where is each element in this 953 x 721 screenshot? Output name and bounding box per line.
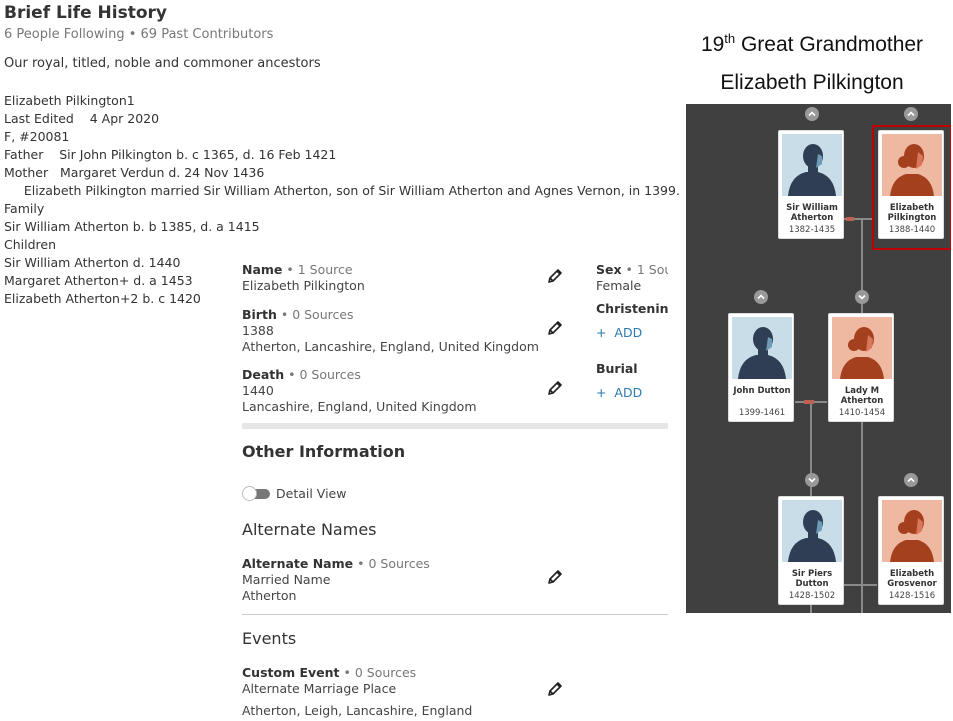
christening-add-button[interactable]: + ADD: [596, 325, 642, 340]
edit-custom-event-pencil-icon[interactable]: [546, 680, 564, 698]
death-label: Death: [242, 367, 285, 382]
burial-label: Burial: [596, 361, 638, 376]
alternate-names-heading: Alternate Names: [242, 520, 377, 539]
alternate-name-type: Married Name: [242, 572, 331, 587]
record-line: Last Edited 4 Apr 2020: [4, 111, 160, 126]
generation-text: Great Grandmother: [735, 33, 924, 56]
events-heading: Events: [242, 629, 297, 648]
custom-event-type: Alternate Marriage Place: [242, 681, 397, 696]
expand-up-icon[interactable]: [904, 107, 918, 121]
female-avatar-icon: [882, 134, 942, 196]
section-divider: [242, 423, 668, 429]
birth-field: Birth • 0 Sources 1388 Atherton, Lancash…: [242, 307, 539, 354]
person-name: Lady M Atherton: [840, 386, 884, 406]
person-card-lady-m-atherton[interactable]: Lady M Atherton 1410-1454: [828, 313, 894, 422]
caption-person-name: Elizabeth Pilkington: [720, 71, 904, 94]
person-years: 1399-1461: [738, 408, 786, 418]
record-line: Father Sir John Pilkington b. c 1365, d.…: [4, 147, 337, 162]
person-card-elizabeth-grosvenor[interactable]: Elizabeth Grosvenor 1428-1516: [878, 496, 944, 605]
person-card-elizabeth-pilkington[interactable]: Elizabeth Pilkington 1388-1440: [878, 130, 944, 239]
followers-summary[interactable]: 6 People Following • 69 Past Contributor…: [4, 27, 273, 42]
custom-event-field: Custom Event • 0 Sources Alternate Marri…: [242, 665, 473, 718]
record-line: Family: [4, 201, 45, 216]
edit-name-pencil-icon[interactable]: [546, 267, 564, 285]
page-title: Brief Life History: [4, 3, 167, 23]
expand-up-icon[interactable]: [904, 473, 918, 487]
sex-field: Sex • 1 Sourc Female: [596, 259, 668, 294]
death-field: Death • 0 Sources 1440 Lancashire, Engla…: [242, 367, 477, 414]
birth-sources[interactable]: 0 Sources: [292, 307, 353, 322]
male-avatar-icon: [782, 500, 842, 562]
generation-caption: 19th Great Grandmother: [686, 31, 938, 57]
person-name: Sir William Atherton: [786, 203, 838, 223]
alternate-name-field: Alternate Name • 0 Sources Married Name …: [242, 556, 430, 603]
record-line: Mother Margaret Verdun d. 24 Nov 1436: [4, 165, 265, 180]
birth-place: Atherton, Lancashire, England, United Ki…: [242, 339, 539, 354]
person-years: 1388-1440: [888, 225, 936, 235]
death-place: Lancashire, England, United Kingdom: [242, 399, 477, 414]
edit-birth-pencil-icon[interactable]: [546, 319, 564, 337]
alternate-name-label: Alternate Name: [242, 556, 354, 571]
generation-ordinal: th: [724, 31, 736, 46]
custom-event-value: Atherton, Leigh, Lancashire, England: [242, 703, 473, 718]
custom-event-sources[interactable]: 0 Sources: [355, 665, 416, 680]
person-details-panel: Name • 1 Source Elizabeth Pilkington Bir…: [242, 259, 668, 719]
name-value: Elizabeth Pilkington: [242, 278, 365, 293]
person-name: Sir Piers Dutton: [791, 569, 833, 589]
record-line: Children: [4, 237, 57, 252]
sex-label: Sex: [596, 262, 622, 277]
christening-label: Christening: [596, 301, 668, 316]
female-avatar-icon: [882, 500, 942, 562]
birth-label: Birth: [242, 307, 277, 322]
alternate-name-value: Atherton: [242, 588, 297, 603]
group-description: Our royal, titled, noble and commoner an…: [4, 56, 321, 71]
custom-event-label: Custom Event: [242, 665, 340, 680]
person-card-john-dutton[interactable]: John Dutton 1399-1461: [728, 313, 794, 422]
birth-date: 1388: [242, 323, 274, 338]
collapse-down-icon[interactable]: [805, 473, 819, 487]
record-line: F, #20081: [4, 129, 70, 144]
sex-sources[interactable]: 1 Sourc: [637, 262, 668, 277]
person-years: 1428-1516: [888, 591, 936, 601]
name-field: Name • 1 Source Elizabeth Pilkington: [242, 262, 365, 293]
person-name: John Dutton: [733, 386, 791, 396]
divider: [242, 614, 668, 615]
sex-value: Female: [596, 278, 642, 293]
generation-number: 19: [700, 33, 725, 56]
edit-death-pencil-icon[interactable]: [546, 379, 564, 397]
record-line: Elizabeth Pilkington married Sir William…: [4, 183, 680, 198]
collapse-down-icon[interactable]: [855, 290, 869, 304]
person-card-sir-william-atherton[interactable]: Sir William Atherton 1382-1435: [778, 130, 844, 239]
person-name: Elizabeth Pilkington: [887, 203, 937, 223]
family-tree-view[interactable]: Sir William Atherton 1382-1435 Elizabeth…: [686, 104, 951, 613]
expand-up-icon[interactable]: [754, 290, 768, 304]
female-avatar-icon: [832, 317, 892, 379]
person-card-sir-piers-dutton[interactable]: Sir Piers Dutton 1428-1502: [778, 496, 844, 605]
male-avatar-icon: [732, 317, 792, 379]
name-sources[interactable]: 1 Source: [298, 262, 353, 277]
death-date: 1440: [242, 383, 274, 398]
detail-view-label: Detail View: [276, 486, 347, 501]
expand-up-icon[interactable]: [805, 107, 819, 121]
edit-alternate-name-pencil-icon[interactable]: [546, 568, 564, 586]
record-line: Sir William Atherton b. b 1385, d. a 141…: [4, 219, 260, 234]
record-line: Elizabeth Pilkington1: [4, 93, 135, 108]
person-name: Elizabeth Grosvenor: [887, 569, 937, 589]
detail-view-toggle[interactable]: [242, 486, 270, 501]
tree-connector-line: [843, 584, 877, 586]
male-avatar-icon: [782, 134, 842, 196]
name-label: Name: [242, 262, 283, 277]
burial-add-button[interactable]: + ADD: [596, 385, 642, 400]
person-years: 1382-1435: [788, 225, 836, 235]
death-sources[interactable]: 0 Sources: [300, 367, 361, 382]
toggle-knob: [242, 486, 257, 501]
tree-connector-accent: [846, 217, 854, 221]
tree-connector-accent: [804, 400, 814, 404]
person-years: 1410-1454: [838, 408, 886, 418]
alternate-name-sources[interactable]: 0 Sources: [368, 556, 429, 571]
other-information-heading: Other Information: [242, 442, 406, 461]
person-years: 1428-1502: [788, 591, 836, 601]
